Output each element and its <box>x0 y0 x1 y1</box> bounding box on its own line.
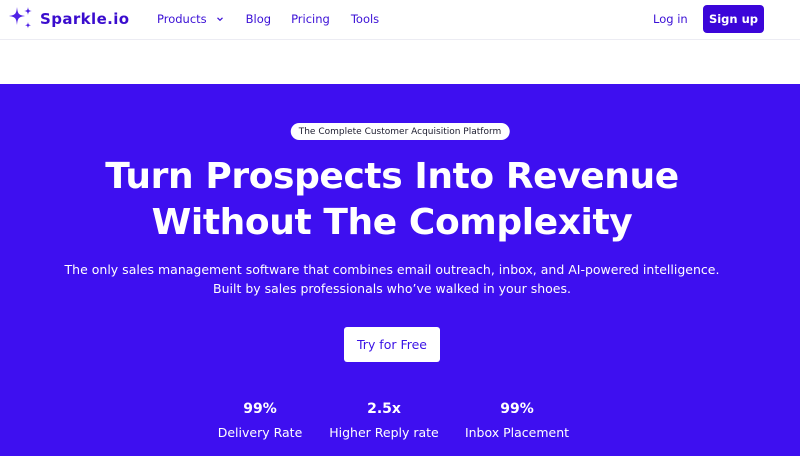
brand-logo[interactable]: Sparkle.io <box>6 4 130 34</box>
try-for-free-button[interactable]: Try for Free <box>344 327 440 362</box>
stat-value: 99% <box>500 401 534 417</box>
stat-inbox-placement: 99% Inbox Placement <box>442 400 592 442</box>
hero-section: The Complete Customer Acquisition Platfo… <box>0 84 800 456</box>
hero-headline: Turn Prospects Into Revenue Without The … <box>0 154 784 246</box>
hero-badge: The Complete Customer Acquisition Platfo… <box>290 123 510 140</box>
top-navigation: Sparkle.io Products Blog Pricing Tools L… <box>0 0 800 40</box>
login-link[interactable]: Log in <box>653 12 688 26</box>
nav-tools[interactable]: Tools <box>351 12 379 26</box>
headline-line-2: Without The Complexity <box>151 202 633 243</box>
stat-reply-rate: 2.5x Higher Reply rate <box>309 400 459 442</box>
nav-products-label: Products <box>157 12 207 26</box>
subtitle-line-2: Built by sales professionals who’ve walk… <box>213 281 571 296</box>
hero-subtitle: The only sales management software that … <box>0 260 784 298</box>
brand-name: Sparkle.io <box>40 10 130 28</box>
nav-products[interactable]: Products <box>157 12 224 26</box>
nav-blog[interactable]: Blog <box>246 12 271 26</box>
subtitle-line-1: The only sales management software that … <box>64 262 720 277</box>
sparkle-icon <box>9 7 32 29</box>
primary-nav: Products Blog Pricing Tools <box>157 12 379 26</box>
stat-value: 2.5x <box>367 401 401 417</box>
chevron-down-icon <box>216 17 223 22</box>
signup-button[interactable]: Sign up <box>703 5 764 33</box>
headline-line-1: Turn Prospects Into Revenue <box>105 156 679 197</box>
stat-label: Inbox Placement <box>464 425 570 440</box>
nav-pricing[interactable]: Pricing <box>291 12 330 26</box>
stat-label: Higher Reply rate <box>329 425 439 440</box>
